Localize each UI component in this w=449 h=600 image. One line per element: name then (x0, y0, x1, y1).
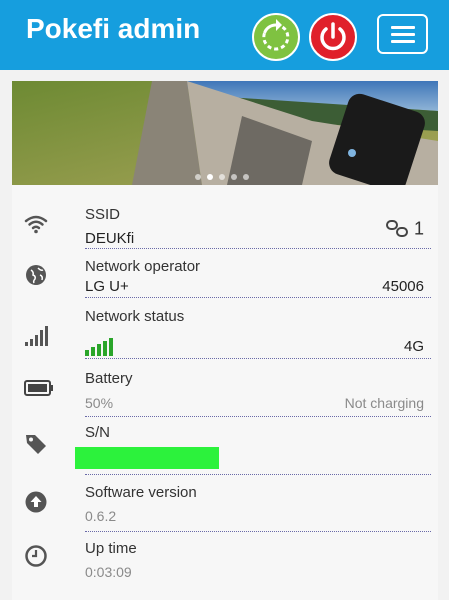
software-version: 0.6.2 (85, 508, 117, 524)
battery-label: Battery (85, 370, 133, 387)
network-row: Network status 4G (12, 302, 438, 362)
app-header: Pokefi admin (0, 0, 449, 70)
link-icon (385, 220, 408, 237)
globe-icon (26, 265, 46, 285)
serial-redacted (75, 447, 219, 469)
menu-button[interactable] (377, 14, 428, 54)
banner-carousel[interactable] (12, 81, 438, 185)
divider (85, 297, 431, 298)
divider (85, 248, 431, 249)
battery-charging-status: Not charging (344, 395, 424, 411)
operator-label: Network operator (85, 258, 201, 275)
banner-image (12, 81, 438, 185)
battery-row: Battery 50% Not charging (12, 364, 438, 417)
signal-icon (25, 326, 48, 346)
app-title: Pokefi admin (26, 13, 201, 44)
ssid-value: DEUKfi (85, 230, 135, 247)
network-label: Network status (85, 308, 185, 325)
software-label: Software version (85, 484, 197, 501)
serial-label: S/N (85, 424, 111, 441)
refresh-button[interactable] (252, 13, 300, 61)
upload-circle-icon (25, 491, 47, 513)
operator-code: 45006 (382, 278, 424, 295)
refresh-icon (262, 19, 290, 51)
operator-row: Network operator LG U+ 45006 (12, 252, 438, 302)
divider (85, 358, 431, 359)
battery-icon (24, 380, 53, 396)
divider (85, 474, 431, 475)
power-icon (320, 22, 346, 51)
uptime-row: Up time 0:03:09 (12, 532, 438, 588)
signal-strength-indicator (85, 338, 113, 356)
wifi-icon (24, 215, 48, 234)
divider (85, 416, 431, 417)
tag-icon (26, 435, 46, 454)
clock-icon (25, 545, 47, 567)
clients-count: 1 (413, 218, 424, 239)
operator-value: LG U+ (85, 278, 129, 295)
uptime-label: Up time (85, 540, 137, 557)
power-button[interactable] (309, 13, 357, 61)
software-row: Software version 0.6.2 (12, 476, 438, 532)
ssid-row: SSID DEUKfi 1 (12, 200, 438, 250)
hamburger-menu-icon (391, 26, 415, 29)
connected-clients: 1 (385, 218, 424, 240)
battery-level: 50% (85, 395, 114, 411)
ssid-label: SSID (85, 206, 121, 223)
network-type: 4G (403, 338, 424, 355)
uptime-value: 0:03:09 (85, 564, 132, 580)
serial-row: S/N (12, 418, 438, 475)
